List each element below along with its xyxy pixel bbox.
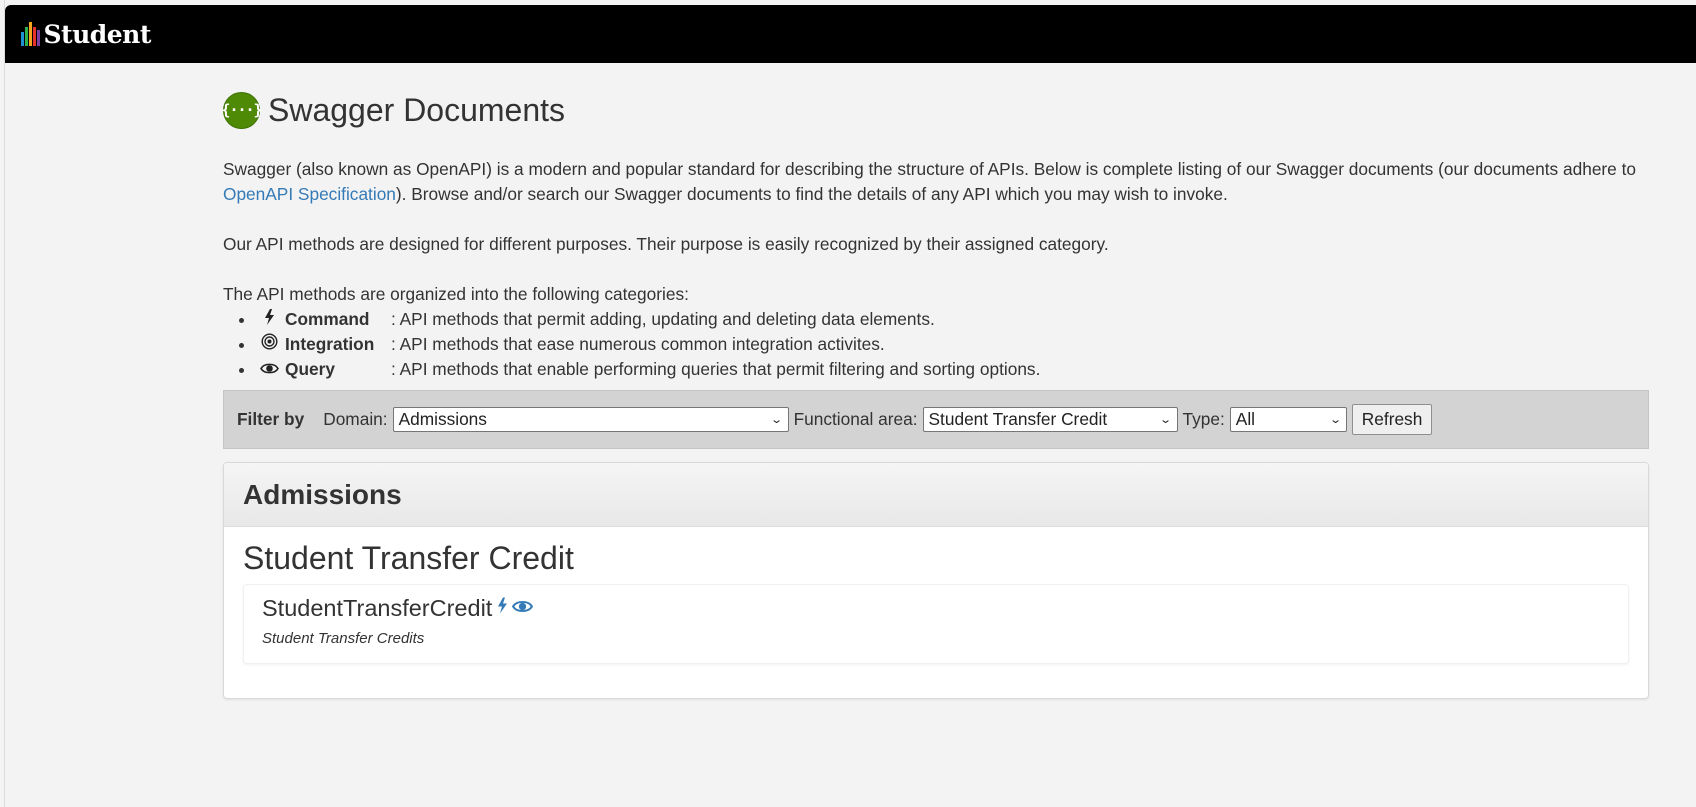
target-icon — [258, 332, 280, 357]
category-description: : API methods that ease numerous common … — [391, 334, 885, 354]
chevron-down-icon: ⌄ — [770, 414, 784, 426]
swagger-braces-icon: {···} — [221, 91, 263, 129]
brand-name: Student — [43, 19, 152, 49]
top-navbar: Student — [5, 5, 1696, 63]
eye-icon — [258, 357, 280, 382]
type-select[interactable]: All ⌄ — [1229, 407, 1347, 432]
chevron-down-icon: ⌄ — [1328, 414, 1342, 426]
chevron-down-icon: ⌄ — [1159, 414, 1173, 426]
functional-area-select[interactable]: Student Transfer Credit ⌄ — [922, 407, 1178, 432]
category-list: Command : API methods that permit adding… — [256, 307, 1649, 382]
document-link[interactable]: StudentTransferCredit — [262, 595, 492, 622]
page-header: {···} Swagger Documents — [221, 86, 1649, 134]
domain-label: Domain: — [323, 409, 388, 429]
bolt-icon — [496, 596, 508, 621]
functional-area-select-value: Student Transfer Credit — [928, 409, 1108, 429]
category-description: : API methods that permit adding, updati… — [391, 309, 935, 329]
filter-by-label: Filter by — [237, 409, 305, 429]
document-title-row: StudentTransferCredit — [262, 595, 1628, 622]
filter-bar: Filter by Domain: Admissions ⌄ Functiona… — [223, 390, 1649, 449]
category-name: Query — [285, 359, 335, 379]
window-edge — [0, 0, 5, 807]
category-item-command: Command : API methods that permit adding… — [256, 307, 1649, 332]
functional-area-title: Student Transfer Credit — [243, 540, 574, 576]
category-name: Integration — [285, 334, 375, 354]
document-description: Student Transfer Credits — [262, 630, 425, 647]
intro-text-start: Swagger (also known as OpenAPI) is a mod… — [223, 159, 1637, 179]
intro-paragraph: Swagger (also known as OpenAPI) is a mod… — [223, 157, 1649, 207]
functional-area-label: Functional area: — [793, 409, 918, 429]
refresh-button[interactable]: Refresh — [1351, 404, 1433, 435]
purpose-paragraph: Our API methods are designed for differe… — [223, 234, 1109, 254]
domain-panel: Admissions Student Transfer Credit Stude… — [223, 462, 1649, 699]
category-item-query: Query : API methods that enable performi… — [256, 357, 1649, 382]
bolt-icon — [258, 307, 280, 332]
intro-text-end: ). Browse and/or search our Swagger docu… — [395, 184, 1228, 204]
brand-logo[interactable]: Student — [21, 20, 151, 49]
main-content: {···} Swagger Documents Swagger (also kn… — [221, 86, 1649, 699]
domain-select-value: Admissions — [398, 409, 487, 429]
type-select-value: All — [1235, 409, 1256, 429]
categories-intro: The API methods are organized into the f… — [223, 284, 689, 304]
domain-title: Admissions — [243, 478, 402, 510]
domain-select[interactable]: Admissions ⌄ — [392, 407, 789, 432]
eye-icon — [512, 598, 534, 620]
category-description: : API methods that enable performing que… — [391, 359, 1041, 379]
logo-bars-icon — [21, 22, 40, 46]
openapi-specification-link[interactable]: OpenAPI Specification — [223, 184, 396, 204]
domain-panel-header: Admissions — [224, 463, 1648, 527]
type-label: Type: — [1182, 409, 1225, 429]
document-card: StudentTransferCredit Student Transfer C… — [243, 584, 1629, 664]
category-name: Command — [285, 309, 370, 329]
page-title: Swagger Documents — [268, 91, 566, 128]
category-item-integration: Integration : API methods that ease nume… — [256, 332, 1649, 357]
